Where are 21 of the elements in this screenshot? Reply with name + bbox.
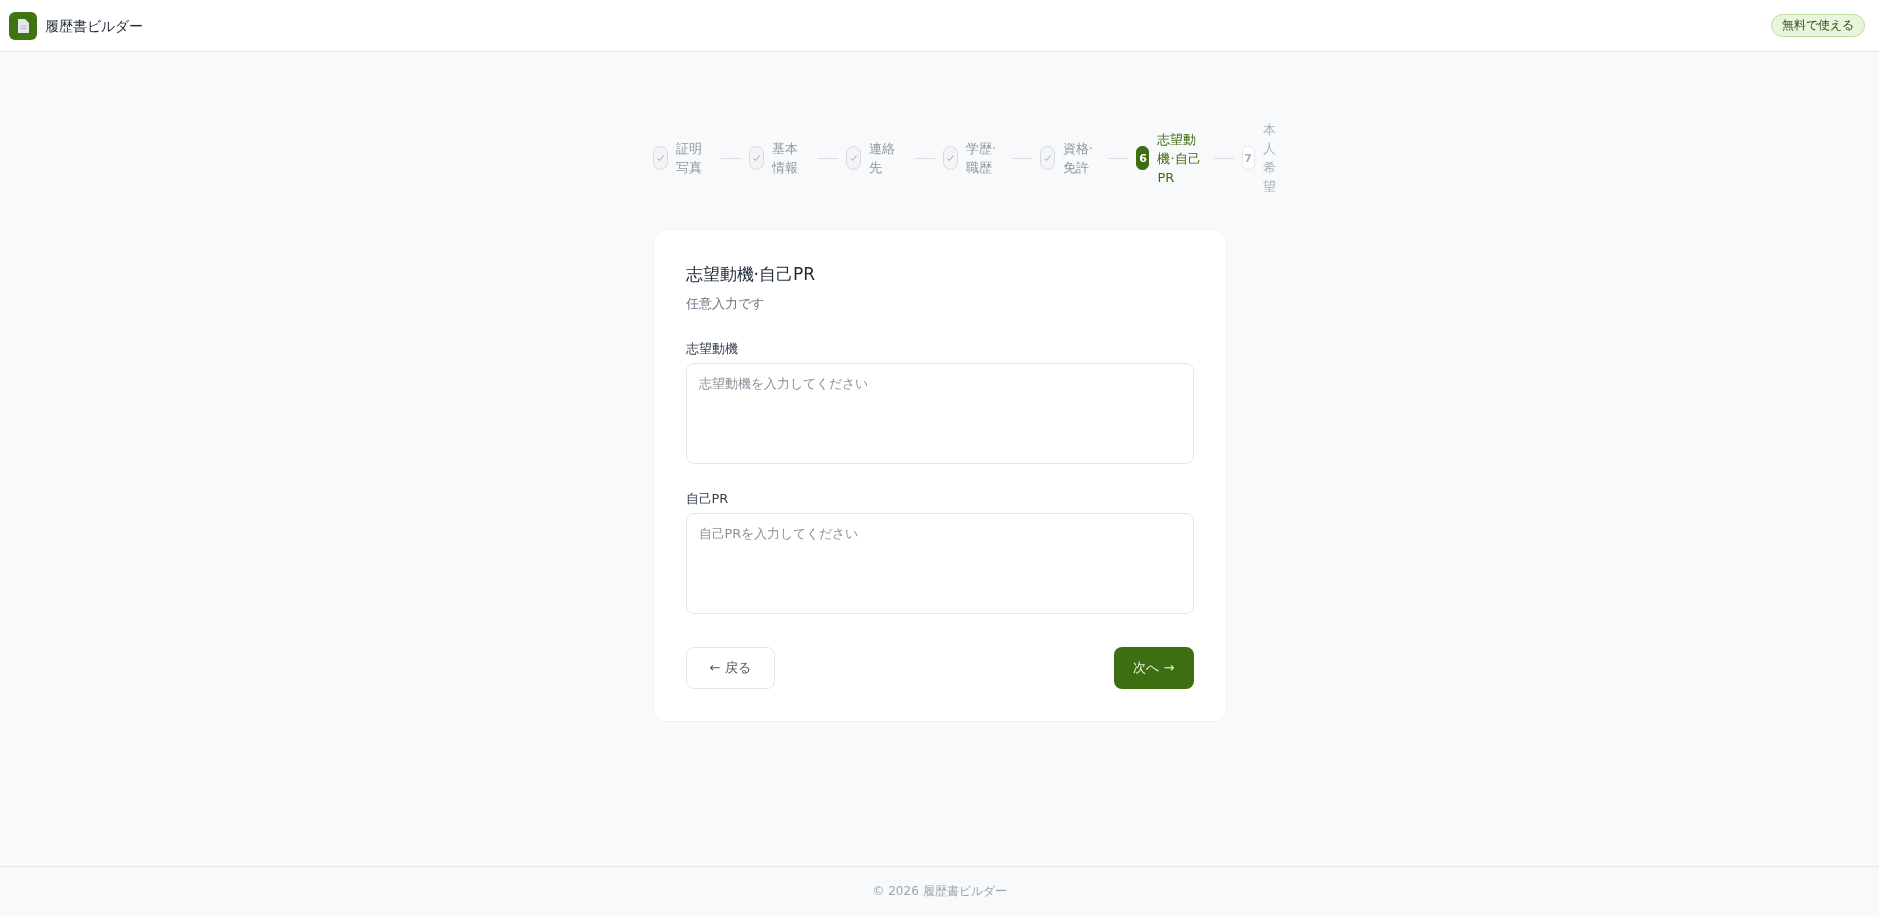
textarea-field[interactable]: 自己PRを入力してください bbox=[685, 513, 1194, 614]
form-subtitle: 任意入力です bbox=[685, 295, 765, 313]
form-title: 志望動機·自己PR bbox=[685, 263, 816, 286]
step-label: 証明写真 bbox=[675, 140, 703, 177]
textarea-field[interactable]: 志望動機を入力してください bbox=[685, 363, 1194, 464]
step-label: 基本情報 bbox=[772, 140, 800, 177]
field-label: 自己PR bbox=[685, 490, 730, 508]
step-label: 志望動機·自己PR bbox=[1157, 130, 1202, 187]
step-label: 学歴·職歴 bbox=[965, 140, 998, 177]
next-button[interactable]: 次へ → bbox=[1114, 647, 1194, 689]
back-button[interactable]: ← 戻る bbox=[685, 647, 775, 689]
step-label: 連絡先 bbox=[869, 140, 897, 177]
app-name: 履歴書ビルダー bbox=[45, 16, 143, 36]
step-label: 資格·免許 bbox=[1062, 140, 1094, 177]
pricing-badge: 無料で使える bbox=[1771, 14, 1865, 37]
copyright-text: © 2026 履歴書ビルダー bbox=[872, 883, 1007, 900]
step-number: 7 bbox=[1241, 146, 1255, 170]
field-label: 志望動機 bbox=[685, 340, 739, 358]
step-number: 6 bbox=[1136, 146, 1150, 170]
step-label: 本人希望 bbox=[1262, 121, 1276, 196]
document-icon bbox=[9, 11, 37, 40]
